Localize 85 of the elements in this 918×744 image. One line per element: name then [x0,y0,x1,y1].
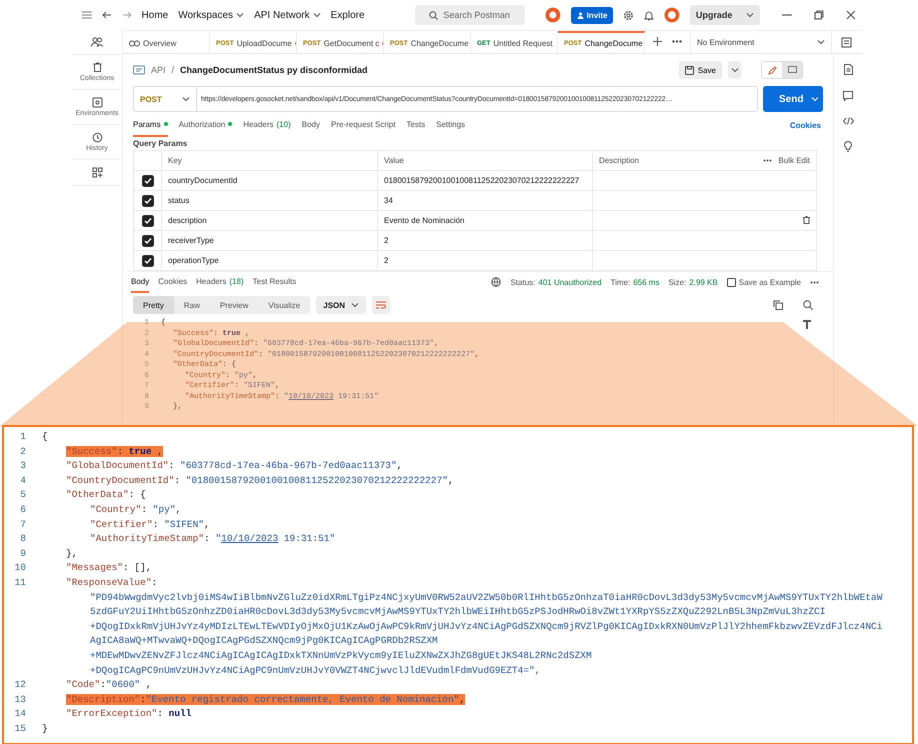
size-text: Size: 2.99 KB [668,278,718,286]
param-value[interactable]: 2 [378,250,592,270]
line-number: 9 [19,546,26,561]
request-tab[interactable]: Overview [123,31,210,53]
request-title: ChangeDocumentStatus py disconformidad [180,65,368,75]
line-number: 15 [14,722,26,736]
column-header: Value [378,150,592,170]
response-tab[interactable]: Cookies [158,271,188,293]
format-dropdown[interactable]: JSON [316,296,366,314]
section-title: Query Params [133,138,188,150]
code-line: "Code":"0600" , [66,679,152,690]
code-line: +DQogICAgPC9nUmVzUHJvYz4NCiAgPC9nUmVzUHJvY0VWZT4NCjwvclJldEVudmlFdmVudG9EZT4=", [90,664,540,676]
nav-link[interactable]: API Network [254,10,321,20]
save-as-example-button[interactable]: Save as Example [726,278,801,286]
breadcrumb-link[interactable]: API [151,65,166,75]
code-line: { [42,431,48,442]
request-section-tab[interactable]: Headers (10) [243,113,291,137]
request-section-tab[interactable]: Pre-request Script [330,113,396,137]
line-number: 5 [19,488,26,502]
save-button[interactable]: Save [678,61,722,79]
code-line: }, [66,548,78,559]
code-line: "Messages": [], [66,562,152,574]
cookies-link[interactable]: Cookies [790,120,821,130]
request-section-tab[interactable]: Params [133,113,168,137]
code-line: "OtherData": { [66,489,146,500]
nav-link[interactable]: Workspaces [178,10,244,20]
param-key[interactable]: operationType [162,250,378,270]
code-line: AgICA8aWQ+MTwvaWQ+DQogICAgPGdSZXNQcm9jPg0KICAgICAgPGRDb2RSZXM [90,635,438,646]
line-number: 10 [14,561,26,576]
code-line: "ResponseValue": [66,576,158,588]
param-value[interactable]: 01800158792001001008112522023070212222222227 [378,170,592,190]
param-key[interactable]: status [162,190,378,210]
line-number: 8 [19,532,26,546]
code-line: "CountryDocumentId": "01800158792001001008112522023070212222222227", [66,474,454,486]
column-header: Key [162,150,378,170]
line-number: 3 [19,459,26,474]
code-line: 5zdGFuY2UiIHhtbG5zOnhzZD0iaHR0cDovL3d3dy53My5vcmcvMjAwMS9YTUxTY2hlbWEiIHhtbG5zPSJodHRwOi8vZWt1YXRpYS5zZXQuZ292LnB5L3NpZmVuL3hzZCI [90,606,826,618]
param-key[interactable]: receiverType [162,230,378,250]
code-line: "Certifier": "SIFEN", [90,518,210,530]
response-tab[interactable]: Body [131,271,150,293]
line-number: 1 [19,430,26,444]
param-key[interactable]: description [162,210,378,230]
invite-button[interactable]: Invite [570,6,614,24]
nav-link[interactable]: Explore [330,10,365,20]
view-tab[interactable]: Raw [174,296,210,314]
bulk-edit-link[interactable]: Bulk Edit [778,156,810,165]
param-value[interactable]: 34 [378,190,592,210]
send-button[interactable]: Send [763,86,823,112]
request-section-tab[interactable]: Settings [436,113,466,137]
code-line: +DQogIDxkRmVjUHJvYz4yMDIzLTEwLTEwVDIyOjMxOjU1KzAwOjAwPC9kRmVjUHJvYz4NCiAgPGdSZXNQcm9jRVZlPg0KICAgIDxkRXN0UmVzPlJlY2hhemFkbzwvZEVzdFJlcz4NCi [90,620,882,632]
param-value[interactable]: 2 [378,230,592,250]
request-section-tab[interactable]: Body [302,113,320,137]
line-number: 14 [14,707,26,722]
response-tab[interactable]: Headers (18) [196,271,244,293]
search-field[interactable]: Search Postman [414,5,525,25]
line-number: 4 [19,474,26,488]
breadcrumb-separator: / [172,65,174,75]
code-line: "GlobalDocumentId": "603778cd-17ea-46ba-967b-7ed0aac11373", [66,460,402,472]
upgrade-button[interactable]: Upgrade [690,5,760,25]
param-key[interactable]: countryDocumentId [162,170,378,190]
method-dropdown[interactable]: POST [134,87,197,111]
line-number: 11 [14,576,26,590]
view-tab[interactable]: Pretty [133,296,174,314]
nav-link[interactable]: Home [142,10,168,20]
code-line: "PD94bWwgdmVyc2lvbj0iMS4wIiBlbmNvZGluZz0idXRmLTgiPz4NCjxyUmV0RW52aUV2ZW50b0RlIHhtbG5zOnhzaT0iaHR0cDovL3d3dy53My5vcmcvMjAwMS9YTUxTY2hlbWEtaW [90,592,882,603]
param-value[interactable]: Evento de Nominación [378,210,592,230]
view-tab[interactable]: Visualize [258,296,310,314]
line-number: 2 [19,444,26,459]
line-number: 12 [14,678,26,692]
code-line: "AuthorityTimeStamp": "10/10/2023 19:31:51" [90,533,336,544]
line-number: 13 [14,692,26,707]
code-line: } [42,722,48,734]
view-tab[interactable]: Preview [210,296,258,314]
line-number: 7 [19,518,26,532]
time-text: Time: 656 ms [610,278,660,286]
request-section-tab[interactable]: Authorization [178,113,232,137]
request-section-tab[interactable]: Tests [406,113,426,137]
environment-dropdown[interactable]: No Environment [690,31,831,53]
code-line: "Country": "py", [90,504,182,515]
line-number: 6 [19,502,26,517]
response-tab[interactable]: Test Results [252,271,296,293]
column-header: Description [599,156,640,165]
code-line: +MDEwMDwvZENvZFJlcz4NCiAgICAgICAgIDxkTXNnUmVzPkVycm9yIEluZXNwZXJhZG8gUEtJKS48L2RNc2dSZXM [90,650,592,661]
code-line: "ErrorException": null [66,708,192,720]
status-text: Status: 401 Unauthorized [510,278,602,286]
